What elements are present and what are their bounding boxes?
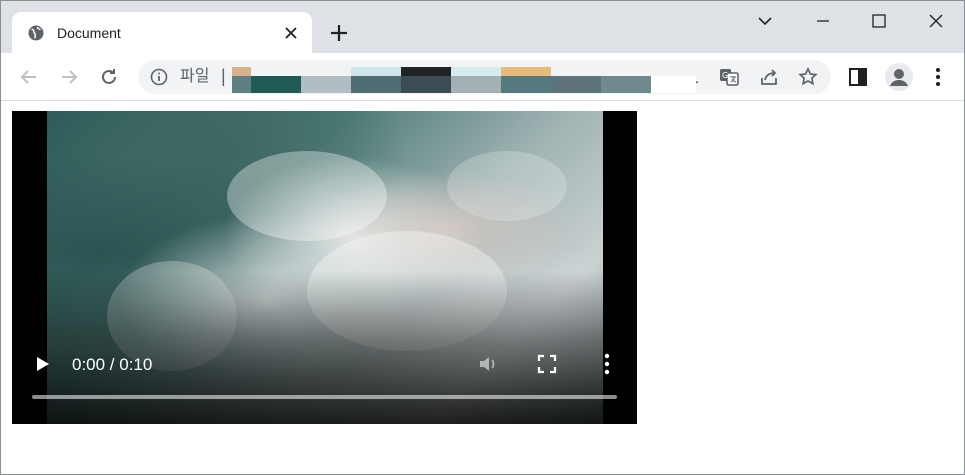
maximize-icon[interactable] <box>867 9 891 33</box>
close-window-icon[interactable] <box>924 9 948 33</box>
translate-icon[interactable]: G <box>718 66 740 88</box>
tab-close-icon[interactable] <box>282 24 300 42</box>
info-icon[interactable] <box>150 68 168 86</box>
video-player[interactable]: 0:00 / 0:10 <box>12 111 637 424</box>
time-display: 0:00 / 0:10 <box>72 355 153 374</box>
person-icon <box>890 69 908 86</box>
controls-gradient <box>12 271 637 424</box>
tab-search-chevron-down-icon[interactable] <box>753 9 777 33</box>
address-separator: | <box>221 66 226 86</box>
tab-strip: Document <box>1 1 964 54</box>
play-icon[interactable] <box>34 354 52 374</box>
new-tab-icon[interactable] <box>329 23 349 43</box>
forward-arrow-icon[interactable] <box>57 65 81 89</box>
address-bar[interactable]: 파일 | . G <box>138 60 831 94</box>
tab-title: Document <box>57 25 121 41</box>
volume-icon[interactable] <box>477 353 499 375</box>
video-options-kebab-icon[interactable] <box>597 352 617 376</box>
back-arrow-icon[interactable] <box>17 65 41 89</box>
minimize-icon[interactable] <box>811 9 835 33</box>
fullscreen-icon[interactable] <box>536 353 558 375</box>
browser-window: Document 파일 | . G 0:00 / 0:10 <box>0 0 965 475</box>
svg-text:G: G <box>722 71 728 80</box>
bookmark-star-icon[interactable] <box>797 66 819 88</box>
share-icon[interactable] <box>758 66 780 88</box>
side-panel-icon[interactable] <box>846 65 870 89</box>
address-scheme: 파일 <box>180 68 210 85</box>
menu-kebab-icon[interactable] <box>926 65 950 89</box>
globe-icon <box>28 25 44 41</box>
address-trailing-dot: . <box>695 70 699 86</box>
tab-document[interactable]: Document <box>12 12 312 54</box>
reload-icon[interactable] <box>97 65 121 89</box>
video-progress-bar[interactable] <box>32 395 617 399</box>
profile-avatar[interactable] <box>885 63 913 91</box>
browser-toolbar: 파일 | . G <box>1 53 964 101</box>
